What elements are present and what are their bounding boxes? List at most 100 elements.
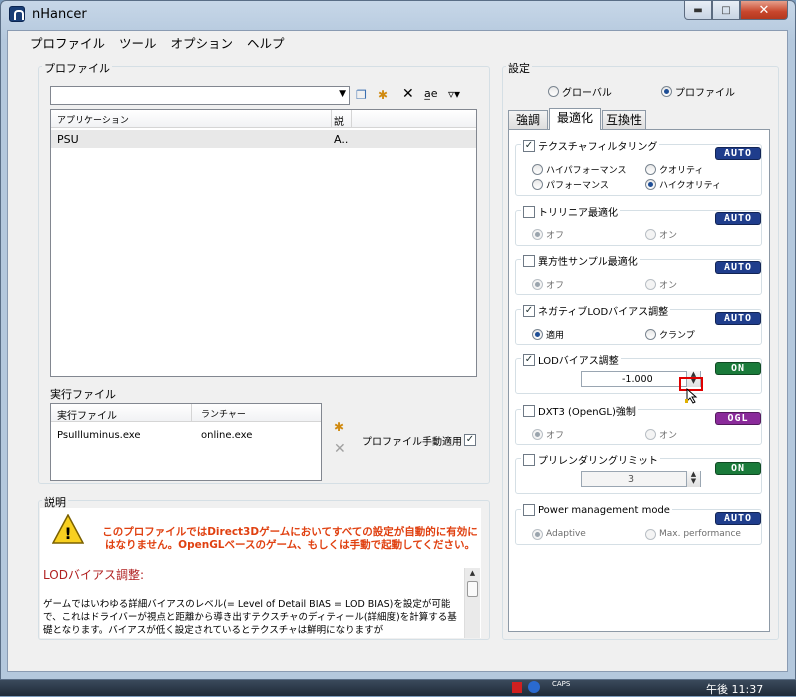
neglod-checkbox[interactable]: ✓ [523, 304, 535, 317]
minimize-button[interactable]: ▬ [684, 1, 712, 20]
radio-aniso-off[interactable] [532, 278, 543, 290]
profile-combobox[interactable]: ▼ [50, 86, 350, 105]
radio-neglod-apply[interactable] [532, 328, 543, 340]
lodbias-badge: ON [715, 362, 761, 375]
radio-power-maxperf[interactable] [645, 528, 656, 540]
table-row[interactable]: PSU A.. [51, 130, 476, 148]
trilinear-on[interactable]: オン [645, 227, 677, 241]
aniso-checkbox[interactable] [523, 254, 535, 267]
radio-hiquality[interactable] [645, 178, 656, 190]
scope-global-label: グローバル [562, 88, 612, 99]
radio-dxt3-off[interactable] [532, 428, 543, 440]
neglod-apply[interactable]: 適用 [532, 327, 564, 341]
prerender-spinner[interactable]: 3 ▲ ▼ [581, 471, 701, 487]
tab-optimize[interactable]: 最適化 [549, 108, 601, 130]
tab-enhance[interactable]: 強調 [508, 110, 548, 130]
radio-dxt3-on[interactable] [645, 428, 656, 440]
texfilter-opt-quality[interactable]: クオリティ [645, 162, 703, 176]
menu-options[interactable]: オプション [164, 31, 241, 51]
prerender-badge: ON [715, 462, 761, 475]
spin-down-icon[interactable]: ▼ [687, 478, 700, 485]
power-maxperf[interactable]: Max. performance [645, 527, 741, 540]
warning-icon: ! [52, 514, 84, 544]
power-header[interactable]: Power management mode [521, 503, 672, 516]
texfilter-opt-hiperf[interactable]: ハイパフォーマンス [532, 162, 626, 176]
minimize-icon: ▬ [693, 4, 703, 16]
ime-icon[interactable] [528, 681, 540, 693]
col-launcher[interactable]: ランチャー [201, 407, 246, 420]
filter-icon[interactable]: ▿▾ [448, 87, 460, 101]
radio-neglod-clamp[interactable] [645, 328, 656, 340]
trilinear-header[interactable]: トリリニア最適化 [521, 204, 620, 219]
scroll-up-icon[interactable]: ▲ [465, 570, 480, 577]
prerender-value: 3 [628, 474, 635, 485]
remove-exec-icon[interactable]: ✕ [334, 442, 346, 456]
description-scrollbar[interactable]: ▲ [464, 568, 480, 638]
title-bar[interactable]: nHancer ▬ □ ✕ [0, 0, 796, 30]
maximize-icon: □ [721, 4, 731, 16]
copy-profile-icon[interactable]: ❐ [356, 88, 367, 102]
tab-compat[interactable]: 互換性 [602, 110, 646, 130]
aniso-off[interactable]: オフ [532, 277, 564, 291]
delete-icon[interactable]: ✕ [402, 87, 414, 101]
trilinear-off[interactable]: オフ [532, 227, 564, 241]
scope-global-radio[interactable]: グローバル [548, 84, 612, 99]
power-checkbox[interactable] [523, 504, 535, 516]
neglod-header[interactable]: ✓ ネガティブLODバイアス調整 [521, 303, 671, 318]
texfilter-opt-perf[interactable]: パフォーマンス [532, 177, 609, 191]
exec-list-header: 実行ファイル ランチャー [51, 404, 321, 422]
radio-trilinear-off[interactable] [532, 228, 543, 240]
tray-app-icon[interactable] [512, 682, 522, 693]
radio-power-adaptive[interactable] [532, 528, 543, 540]
radio-aniso-on[interactable] [645, 278, 656, 290]
auto-apply-checkbox[interactable]: ✓ [464, 434, 476, 446]
lodbias-header[interactable]: ✓ LODバイアス調整 [521, 352, 621, 367]
col-description[interactable]: 説 [334, 113, 344, 128]
menu-help[interactable]: ヘルプ [240, 31, 292, 51]
menu-tools[interactable]: ツール [112, 31, 164, 51]
texfilter-header[interactable]: ✓ テクスチャフィルタリング [521, 138, 660, 153]
row-exec-file: PsuIlluminus.exe [57, 430, 141, 441]
trilinear-checkbox[interactable] [523, 205, 535, 218]
close-button[interactable]: ✕ [740, 1, 788, 20]
texfilter-checkbox[interactable]: ✓ [523, 139, 535, 152]
settings-group-label: 設定 [506, 60, 532, 76]
col-application[interactable]: アプリケーション [57, 113, 129, 126]
table-row[interactable]: PsuIlluminus.exe online.exe [51, 428, 321, 444]
aniso-on[interactable]: オン [645, 277, 677, 291]
power-adaptive[interactable]: Adaptive [532, 527, 586, 540]
profile-list[interactable]: アプリケーション 説 PSU A.. [50, 109, 477, 377]
exec-file-list[interactable]: 実行ファイル ランチャー PsuIlluminus.exe online.exe [50, 403, 322, 481]
prerender-checkbox[interactable] [523, 453, 535, 466]
radio-global[interactable] [548, 86, 559, 97]
scroll-thumb[interactable] [467, 581, 478, 597]
scope-profile-radio[interactable]: プロファイル [661, 84, 735, 99]
dxt3-checkbox[interactable] [523, 404, 535, 417]
maximize-button[interactable]: □ [712, 1, 740, 20]
lodbias-checkbox[interactable]: ✓ [523, 353, 535, 366]
new-profile-icon[interactable]: ✱ [378, 88, 388, 102]
dxt3-on[interactable]: オン [645, 427, 677, 441]
radio-profile[interactable] [661, 86, 672, 97]
prerender-header[interactable]: プリレンダリングリミット [521, 452, 660, 467]
radio-hiperf[interactable] [532, 163, 543, 175]
prerender-spin-buttons: ▲ ▼ [686, 471, 700, 487]
hiperf-label: ハイパフォーマンス [546, 165, 627, 176]
rename-icon[interactable]: a̲e [424, 87, 438, 101]
dxt3-off[interactable]: オフ [532, 427, 564, 441]
auto-apply-label: プロファイル手動適用 [362, 437, 462, 448]
menu-profile[interactable]: プロファイル [8, 31, 112, 51]
clock[interactable]: 午後 11:37 [706, 681, 763, 697]
texfilter-opt-hiquality[interactable]: ハイクオリティ [645, 177, 721, 191]
texfilter-badge: AUTO [715, 147, 761, 160]
radio-quality[interactable] [645, 163, 656, 175]
col-exec-file[interactable]: 実行ファイル [57, 407, 117, 422]
dxt3-header[interactable]: DXT3 (OpenGL)強制 [521, 403, 638, 418]
add-exec-icon[interactable]: ✱ [334, 420, 344, 434]
radio-perf[interactable] [532, 178, 543, 190]
aniso-header[interactable]: 異方性サンプル最適化 [521, 253, 640, 268]
neglod-clamp[interactable]: クランプ [645, 327, 695, 341]
lodbias-value: -1.000 [622, 374, 653, 385]
radio-trilinear-on[interactable] [645, 228, 656, 240]
profile-group-label: プロファイル [42, 60, 112, 76]
